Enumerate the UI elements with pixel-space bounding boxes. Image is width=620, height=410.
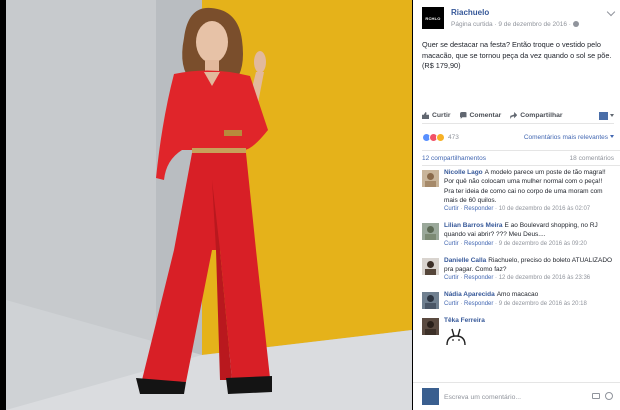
comment-sort-label: Comentários mais relevantes bbox=[523, 133, 608, 141]
reaction-count[interactable]: 473 bbox=[448, 134, 459, 141]
comment-button[interactable]: Comentar bbox=[459, 112, 502, 119]
commenter-avatar[interactable] bbox=[422, 223, 439, 241]
like-label: Curtir bbox=[432, 112, 451, 119]
comment-body: Nicolle Lago A modelo parece um poste de … bbox=[444, 168, 614, 205]
commenter-avatar[interactable] bbox=[422, 257, 439, 275]
comment-like-link[interactable]: Curtir bbox=[444, 301, 459, 307]
comment-item: Nicolle Lago A modelo parece um poste de … bbox=[422, 168, 614, 214]
comment-time[interactable]: 10 de dezembro de 2016 às 02:07 bbox=[499, 206, 590, 212]
wow-reaction-icon bbox=[436, 132, 445, 142]
commenter-name[interactable]: Danielle Calla bbox=[444, 257, 486, 264]
page-logo-text: RCHLO bbox=[425, 15, 441, 21]
comment-footer: Curtir · Responder · 9 de dezembro de 20… bbox=[444, 300, 587, 307]
comment-body: Lilian Barros Meira E ao Boulevard shoppi… bbox=[444, 221, 614, 240]
post-header: RCHLO Riachuelo Página curtida · 9 de de… bbox=[422, 7, 616, 33]
comment-icon bbox=[459, 112, 467, 119]
share-button[interactable]: Compartilhar bbox=[510, 112, 563, 119]
post-photo[interactable] bbox=[6, 0, 412, 410]
reactions-summary[interactable]: 473 Comentários mais relevantes bbox=[422, 131, 614, 143]
post-meta: Página curtida · 9 de dezembro de 2016 · bbox=[451, 21, 579, 28]
comment-like-link[interactable]: Curtir bbox=[444, 275, 459, 281]
comment-label: Comentar bbox=[469, 112, 502, 119]
fashion-model-photo bbox=[6, 0, 412, 410]
comment-composer bbox=[413, 382, 620, 410]
comment-reply-link[interactable]: Responder bbox=[464, 301, 493, 307]
post-side-panel: RCHLO Riachuelo Página curtida · 9 de de… bbox=[413, 0, 620, 410]
camera-icon[interactable] bbox=[592, 393, 600, 399]
comment-reply-link[interactable]: Responder bbox=[464, 241, 493, 247]
comment-body: Têka Ferreira bbox=[444, 316, 614, 325]
profile-selector-avatar[interactable] bbox=[599, 111, 608, 120]
commenter-avatar[interactable] bbox=[422, 170, 439, 187]
comment-item: Têka Ferreira bbox=[422, 316, 614, 347]
commenter-name[interactable]: Nádia Aparecida bbox=[444, 291, 495, 298]
comment-item: Lilian Barros Meira E ao Boulevard shoppi… bbox=[422, 221, 614, 249]
comments-count[interactable]: 18 comentários bbox=[570, 155, 614, 162]
comment-body: Danielle Calla Riachuelo, preciso do bole… bbox=[444, 256, 614, 275]
caret-down-icon bbox=[610, 134, 614, 138]
chevron-down-icon[interactable] bbox=[606, 7, 616, 17]
share-label: Compartilhar bbox=[520, 112, 563, 119]
shares-count-link[interactable]: 12 compartilhamentos bbox=[422, 155, 486, 162]
comment-body: Nádia Aparecida Amo macacao bbox=[444, 290, 614, 299]
like-button[interactable]: Curtir bbox=[422, 112, 451, 119]
engagement-counts: 12 compartilhamentos 18 comentários bbox=[422, 150, 620, 166]
page-avatar[interactable]: RCHLO bbox=[422, 7, 444, 29]
comment-like-link[interactable]: Curtir bbox=[444, 241, 459, 247]
comment-item: Nádia Aparecida Amo macacao Curtir · Resp… bbox=[422, 290, 614, 310]
post-timestamp[interactable]: Página curtida · 9 de dezembro de 2016 · bbox=[451, 21, 571, 28]
page-name-link[interactable]: Riachuelo bbox=[451, 8, 489, 17]
commenter-name[interactable]: Lilian Barros Meira bbox=[444, 222, 503, 229]
post-action-bar: Curtir Comentar Compartilhar bbox=[422, 108, 614, 124]
commenter-avatar[interactable] bbox=[422, 292, 439, 310]
share-icon bbox=[510, 112, 518, 119]
commenter-name[interactable]: Têka Ferreira bbox=[444, 317, 485, 324]
thumbs-up-icon bbox=[422, 112, 429, 119]
post-caption: Quer se destacar na festa? Então troque … bbox=[422, 40, 612, 71]
emoji-icon[interactable] bbox=[605, 392, 613, 400]
comment-text: Amo macacao bbox=[496, 291, 539, 299]
comment-footer: Curtir · Responder · 10 de dezembro de 2… bbox=[444, 206, 591, 213]
comment-footer: Curtir · Responder · 12 de dezembro de 2… bbox=[444, 275, 591, 282]
comment-time[interactable]: 9 de dezembro de 2016 às 09:20 bbox=[499, 241, 587, 247]
commenter-name[interactable]: Nicolle Lago bbox=[444, 169, 483, 176]
comment-reply-link[interactable]: Responder bbox=[464, 275, 493, 281]
commenter-avatar[interactable] bbox=[422, 317, 439, 335]
comment-reply-link[interactable]: Responder bbox=[464, 206, 493, 212]
comment-like-link[interactable]: Curtir bbox=[444, 206, 459, 212]
current-user-avatar bbox=[422, 388, 439, 405]
comment-item: Danielle Calla Riachuelo, preciso do bole… bbox=[422, 256, 614, 284]
comment-sort-dropdown[interactable]: Comentários mais relevantes bbox=[524, 134, 614, 141]
globe-icon bbox=[572, 21, 579, 27]
comment-time[interactable]: 9 de dezembro de 2016 às 20:18 bbox=[499, 301, 587, 307]
caret-down-icon[interactable] bbox=[610, 114, 614, 117]
comment-list: Nicolle Lago A modelo parece um poste de … bbox=[422, 168, 614, 376]
photo-viewer: RCHLO Riachuelo Página curtida · 9 de de… bbox=[0, 0, 620, 410]
sticker-image[interactable] bbox=[444, 327, 470, 345]
comment-footer: Curtir · Responder · 9 de dezembro de 20… bbox=[444, 240, 587, 247]
comment-input[interactable] bbox=[444, 390, 584, 404]
comment-time[interactable]: 12 de dezembro de 2016 às 23:36 bbox=[499, 275, 590, 281]
